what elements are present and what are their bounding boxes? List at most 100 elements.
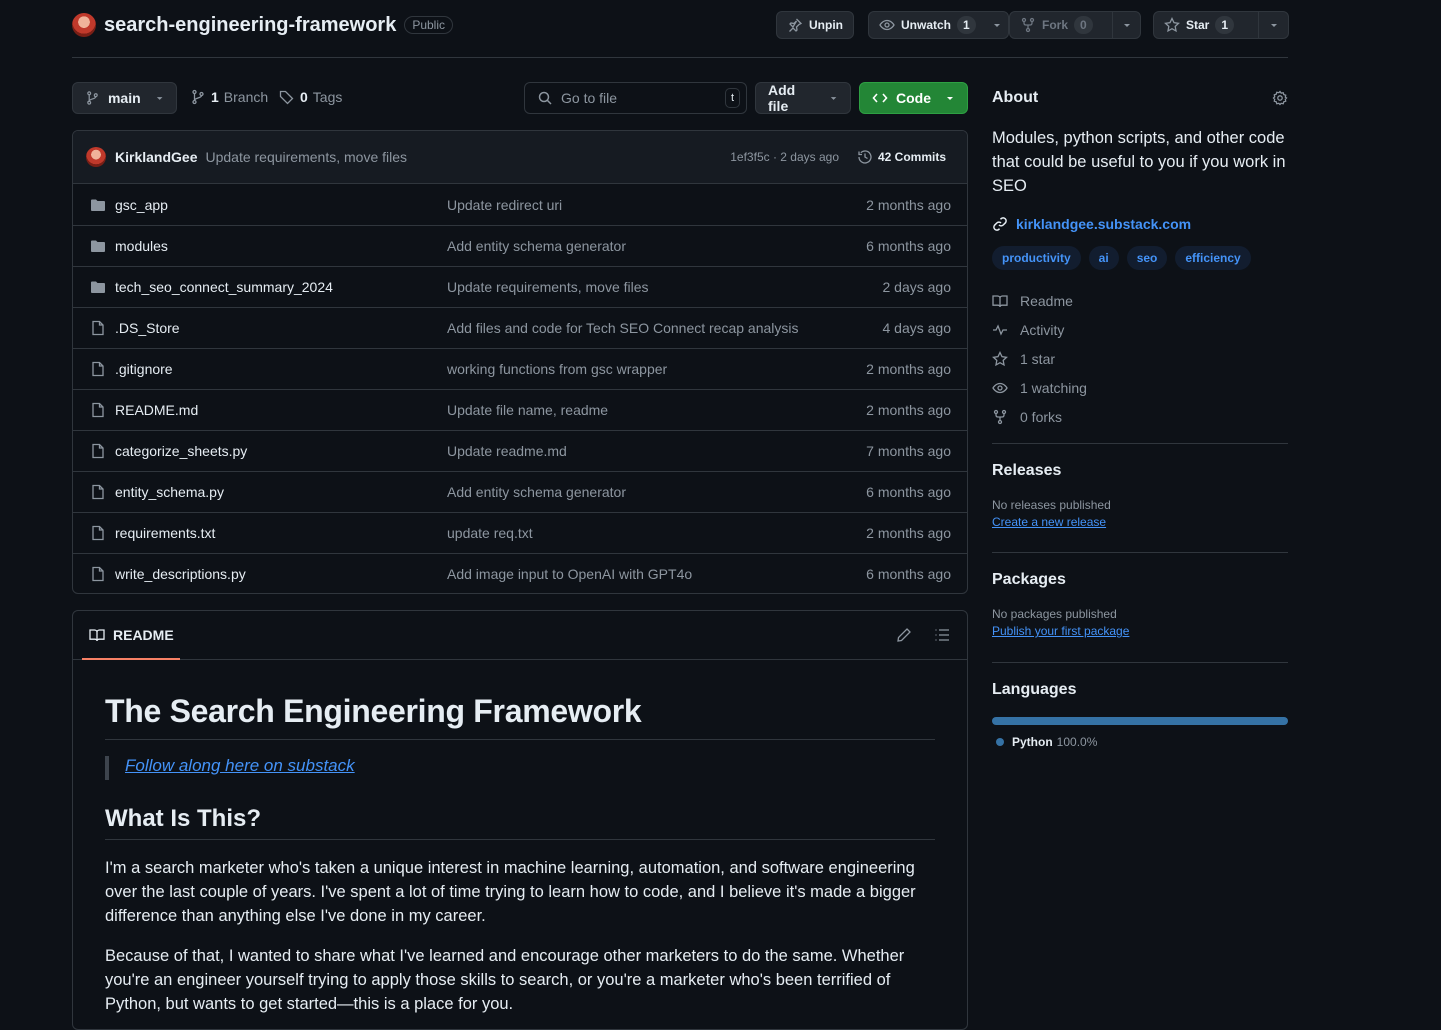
file-name-link[interactable]: requirements.txt bbox=[115, 525, 215, 541]
visibility-badge: Public bbox=[404, 16, 454, 34]
file-commit-message[interactable]: Add files and code for Tech SEO Connect … bbox=[447, 320, 799, 336]
caret-down-icon bbox=[156, 97, 163, 100]
file-row[interactable]: requirements.txt update req.txt 2 months a… bbox=[73, 512, 967, 553]
go-to-file-input[interactable]: Go to file t bbox=[524, 82, 747, 114]
sidebar: About Modules, python scripts, and other… bbox=[992, 82, 1288, 749]
file-commit-date: 2 days ago bbox=[882, 279, 952, 295]
file-commit-date: 2 months ago bbox=[866, 196, 951, 213]
commit-message[interactable]: Update requirements, move files bbox=[205, 149, 407, 165]
packages-heading[interactable]: Packages bbox=[992, 571, 1288, 589]
readme-heading-what: What Is This? bbox=[105, 805, 935, 840]
language-percent: 100.0% bbox=[1056, 735, 1098, 749]
releases-heading[interactable]: Releases bbox=[992, 462, 1288, 480]
pencil-icon[interactable] bbox=[896, 627, 912, 643]
caret-down-icon bbox=[830, 97, 837, 100]
readme-tab-label: README bbox=[113, 626, 174, 643]
file-row[interactable]: README.md Update file name, readme 2 month… bbox=[73, 389, 967, 430]
repo-name-link[interactable]: search-engineering-framework bbox=[104, 14, 396, 37]
topic-tag[interactable]: seo bbox=[1126, 246, 1168, 270]
star-dropdown[interactable] bbox=[1258, 12, 1288, 38]
forks-link[interactable]: 0 forks bbox=[992, 402, 1288, 431]
file-row[interactable]: tech_seo_connect_summary_2024 Update requ… bbox=[73, 266, 967, 307]
commit-author[interactable]: KirklandGee bbox=[115, 149, 197, 165]
fork-dropdown[interactable] bbox=[1112, 12, 1140, 38]
branch-selector[interactable]: main bbox=[72, 82, 177, 114]
language-bar bbox=[992, 717, 1288, 725]
owner-avatar[interactable] bbox=[72, 13, 96, 37]
file-commit-message[interactable]: Update requirements, move files bbox=[447, 279, 649, 295]
file-commit-message[interactable]: Add entity schema generator bbox=[447, 238, 626, 254]
pin-icon bbox=[789, 18, 803, 32]
publish-package-link[interactable]: Publish your first package bbox=[992, 624, 1288, 638]
unpin-button[interactable]: Unpin bbox=[776, 11, 854, 39]
file-commit-message[interactable]: Update redirect uri bbox=[447, 197, 562, 213]
fork-button[interactable]: Fork 0 bbox=[1009, 11, 1141, 39]
book-icon bbox=[992, 294, 1008, 307]
book-icon bbox=[89, 628, 105, 641]
file-name-link[interactable]: README.md bbox=[115, 402, 198, 418]
file-row[interactable]: categorize_sheets.py Update readme.md 7 mo… bbox=[73, 430, 967, 471]
unwatch-button[interactable]: Unwatch 1 bbox=[868, 11, 1009, 39]
file-name-link[interactable]: .gitignore bbox=[115, 361, 173, 377]
file-name-link[interactable]: .DS_Store bbox=[115, 320, 180, 336]
readme-panel: README The Search Engineering Framework … bbox=[72, 610, 968, 1030]
watch-dropdown[interactable] bbox=[986, 12, 1008, 38]
search-icon bbox=[538, 91, 552, 105]
file-icon bbox=[90, 525, 106, 541]
commit-meta[interactable]: 1ef3f5c · 2 days ago bbox=[730, 150, 839, 164]
website-link[interactable]: kirklandgee.substack.com bbox=[992, 216, 1288, 232]
watching-link[interactable]: 1 watching bbox=[992, 373, 1288, 402]
topic-tag[interactable]: productivity bbox=[992, 246, 1081, 270]
file-name-link[interactable]: modules bbox=[115, 238, 168, 254]
file-name-link[interactable]: categorize_sheets.py bbox=[115, 443, 247, 459]
substack-link[interactable]: Follow along here on substack bbox=[125, 756, 355, 775]
file-commit-message[interactable]: Add entity schema generator bbox=[447, 484, 626, 500]
tags-link[interactable]: 0 Tags bbox=[279, 89, 342, 105]
branches-link[interactable]: 1 Branch bbox=[190, 89, 268, 105]
add-file-button[interactable]: Add file bbox=[755, 82, 851, 114]
create-release-link[interactable]: Create a new release bbox=[992, 515, 1288, 529]
file-commit-date: 2 months ago bbox=[866, 402, 951, 418]
code-button[interactable]: Code bbox=[859, 82, 968, 114]
readme-link[interactable]: Readme bbox=[992, 286, 1288, 315]
file-row[interactable]: .gitignore working functions from gsc wra… bbox=[73, 348, 967, 389]
file-commit-message[interactable]: working functions from gsc wrapper bbox=[447, 361, 667, 377]
pulse-icon bbox=[993, 323, 1007, 336]
eye-icon bbox=[992, 382, 1008, 393]
topic-tag[interactable]: efficiency bbox=[1175, 246, 1251, 270]
activity-link[interactable]: Activity bbox=[992, 315, 1288, 344]
tab-readme[interactable]: README bbox=[82, 611, 180, 660]
file-name-link[interactable]: tech_seo_connect_summary_2024 bbox=[115, 279, 333, 295]
file-commit-message[interactable]: update req.txt bbox=[447, 525, 533, 541]
language-item-python[interactable]: Python 100.0% bbox=[992, 735, 1288, 749]
activity-link-label: Activity bbox=[1020, 321, 1065, 338]
file-name-link[interactable]: write_descriptions.py bbox=[115, 566, 246, 582]
file-commit-message[interactable]: Add image input to OpenAI with GPT4o bbox=[447, 566, 692, 582]
file-name-link[interactable]: entity_schema.py bbox=[115, 484, 224, 500]
file-commit-message[interactable]: Update file name, readme bbox=[447, 402, 608, 418]
file-commit-date: 2 months ago bbox=[866, 525, 951, 541]
star-label: Star bbox=[1186, 18, 1210, 32]
file-commit-date: 6 months ago bbox=[866, 238, 951, 254]
fork-count: 0 bbox=[1074, 16, 1093, 34]
file-row[interactable]: modules Add entity schema generator 6 mont… bbox=[73, 225, 967, 266]
commits-link[interactable]: 42 Commits bbox=[857, 149, 946, 165]
topic-tag[interactable]: ai bbox=[1088, 246, 1119, 270]
file-row[interactable]: entity_schema.py Add entity schema genera… bbox=[73, 471, 967, 512]
add-file-label: Add file bbox=[768, 82, 796, 114]
branch-icon bbox=[87, 91, 98, 105]
file-row[interactable]: gsc_app Update redirect uri 2 months ago bbox=[73, 184, 967, 225]
file-row[interactable]: .DS_Store Add files and code for Tech SEO… bbox=[73, 307, 967, 348]
star-button[interactable]: Star 1 bbox=[1153, 11, 1289, 39]
folder-icon bbox=[90, 197, 106, 213]
forks-link-label: 0 forks bbox=[1020, 408, 1063, 425]
file-commit-message[interactable]: Update readme.md bbox=[447, 443, 567, 459]
file-row[interactable]: write_descriptions.py Add image input to … bbox=[73, 553, 967, 593]
branch-icon bbox=[192, 89, 204, 105]
file-name-link[interactable]: gsc_app bbox=[115, 197, 168, 213]
stars-link[interactable]: 1 star bbox=[992, 344, 1288, 373]
gear-icon[interactable] bbox=[1272, 90, 1288, 106]
star-icon bbox=[992, 350, 1008, 366]
author-avatar[interactable] bbox=[86, 147, 106, 167]
outline-list-icon[interactable] bbox=[934, 627, 950, 643]
